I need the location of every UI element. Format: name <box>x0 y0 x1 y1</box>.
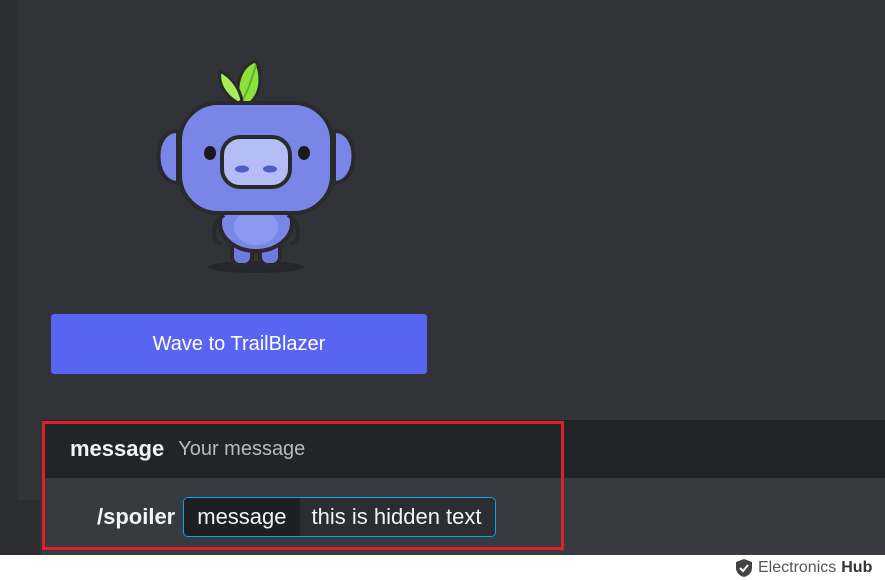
shield-logo-icon <box>736 559 752 577</box>
mascot-ear-left <box>156 128 180 186</box>
wumpus-mascot-icon <box>156 59 356 273</box>
argument-value-input[interactable]: this is hidden text <box>299 497 495 536</box>
mascot-eye-left <box>204 146 216 160</box>
mascot-ear-right <box>332 128 356 186</box>
channel-sidebar-edge <box>0 0 18 500</box>
mascot-snout <box>220 135 292 189</box>
option-name: message <box>70 436 165 461</box>
message-argument-field[interactable]: message this is hidden text <box>183 496 496 537</box>
slash-command-composer: message Your message /spoiler message th… <box>42 420 885 555</box>
mascot-shadow <box>208 261 304 273</box>
watermark-brand: Electronics <box>758 559 837 576</box>
wave-to-trailblazer-button[interactable]: Wave to TrailBlazer <box>51 314 427 374</box>
command-name: /spoiler <box>97 503 176 529</box>
discord-chat-screen: Wave to TrailBlazer message Your message… <box>0 0 885 555</box>
mascot-eye-right <box>298 146 310 160</box>
watermark-brand-bold: Hub <box>841 559 873 576</box>
option-description: Your message <box>178 437 306 460</box>
command-option-hint[interactable]: message Your message <box>42 420 885 478</box>
electronics-hub-watermark: Electronics Hub <box>735 556 872 580</box>
message-area: Wave to TrailBlazer <box>18 0 885 420</box>
argument-label: message <box>184 497 300 536</box>
command-input-row[interactable]: /spoiler message this is hidden text <box>42 478 885 555</box>
sidebar-bottom-edge <box>0 500 40 555</box>
